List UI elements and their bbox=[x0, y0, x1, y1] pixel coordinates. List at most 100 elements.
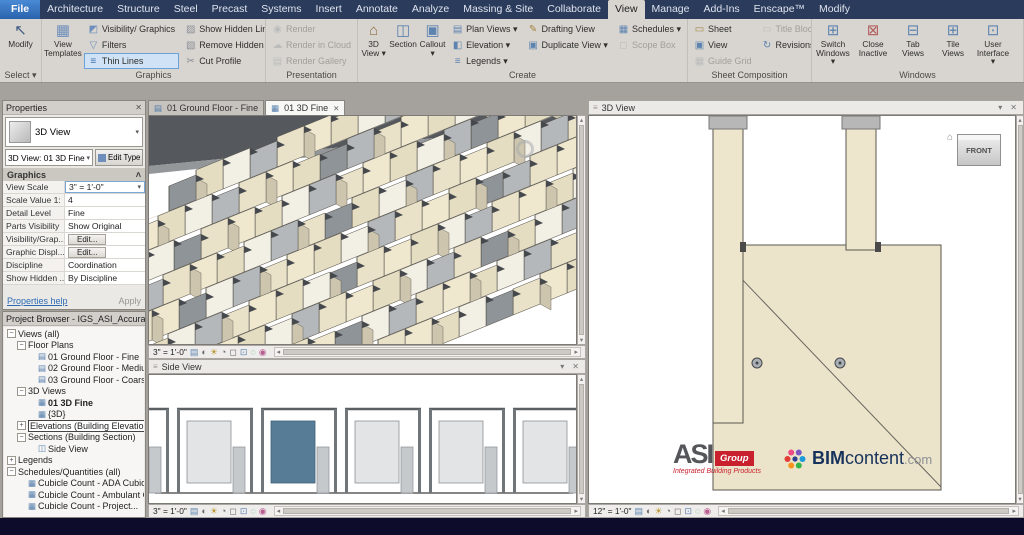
collapse-icon[interactable]: − bbox=[7, 329, 16, 339]
temporary-hide-isolate-icon[interactable]: ◌ bbox=[695, 506, 700, 516]
tree-item-cubicle-count-ada-cubicl[interactable]: ▦ Cubicle Count - ADA Cubicl bbox=[4, 478, 144, 490]
visual-style-icon[interactable]: ◐ bbox=[646, 506, 651, 516]
callout-button[interactable]: ▣ Callout ▾ bbox=[419, 21, 446, 70]
scroll-down-icon[interactable]: ▾ bbox=[580, 495, 583, 503]
scroll-right-icon[interactable]: ▸ bbox=[572, 348, 580, 356]
cut-profile-button[interactable]: ✂ Cut Profile bbox=[181, 53, 265, 69]
shadows-icon[interactable]: ◔ bbox=[666, 506, 671, 516]
close-icon[interactable]: ✕ bbox=[135, 103, 142, 112]
main-3d-viewport[interactable] bbox=[148, 115, 577, 345]
tree-item-cubicle-count-project[interactable]: ▦ Cubicle Count - Project... bbox=[4, 501, 144, 513]
tree-item-side-view[interactable]: ◫ Side View bbox=[4, 443, 144, 455]
tree-item-elevations-building-elevation[interactable]: + Elevations (Building Elevation) bbox=[4, 420, 144, 432]
close-icon[interactable]: ✕ bbox=[570, 362, 581, 371]
tree-item-01-ground-floor-fine[interactable]: ▤ 01 Ground Floor - Fine bbox=[4, 351, 144, 363]
reveal-hidden-elements-icon[interactable]: ◉ bbox=[259, 347, 267, 357]
ribbon-tab-steel[interactable]: Steel bbox=[167, 0, 205, 19]
property-value[interactable]: 4 bbox=[65, 194, 145, 206]
edit-button[interactable]: Edit... bbox=[68, 233, 107, 245]
minimize-icon[interactable]: ▾ bbox=[558, 362, 566, 371]
side-vertical-scrollbar[interactable]: ▴ ▾ bbox=[577, 374, 586, 504]
right-3d-view-header[interactable]: ≡ 3D View ▾ ✕ bbox=[588, 100, 1024, 115]
collapse-icon[interactable]: − bbox=[17, 340, 26, 350]
ribbon-tab-annotate[interactable]: Annotate bbox=[349, 0, 405, 19]
panel-label-presentation[interactable]: Presentation bbox=[266, 70, 357, 82]
panel-label-sheet-composition[interactable]: Sheet Composition bbox=[688, 70, 811, 82]
show-hidden-lines-button[interactable]: ▨Show Hidden Lines bbox=[181, 21, 265, 37]
title-block-button[interactable]: ▭Title Block bbox=[758, 21, 811, 37]
tree-item-3d-views[interactable]: −3D Views bbox=[4, 386, 144, 398]
ribbon-tab-structure[interactable]: Structure bbox=[110, 0, 167, 19]
main-vertical-scrollbar[interactable]: ▴ ▾ bbox=[577, 115, 586, 345]
view-templates-button[interactable]: ▦ View Templates bbox=[44, 21, 82, 70]
drag-handle-icon[interactable]: ≡ bbox=[593, 103, 598, 112]
property-value[interactable]: Coordination bbox=[65, 259, 145, 271]
property-value[interactable]: By Discipline bbox=[65, 272, 145, 284]
guide-grid-button[interactable]: ▦ Guide Grid bbox=[690, 53, 756, 69]
type-selector[interactable]: 3D View ▾ bbox=[5, 117, 143, 147]
home-icon[interactable]: ⌂ bbox=[947, 132, 953, 143]
property-value[interactable]: Fine bbox=[65, 207, 145, 219]
visibility-graphics-button[interactable]: ◩ Visibility/ Graphics bbox=[84, 21, 179, 37]
tree-item-01-3d-fine[interactable]: ▦ 01 3D Fine bbox=[4, 397, 144, 409]
elevation-button[interactable]: ◧ Elevation ▾ bbox=[448, 37, 521, 53]
scroll-up-icon[interactable]: ▴ bbox=[1018, 116, 1021, 124]
property-value[interactable]: Show Original bbox=[65, 220, 145, 232]
panel-label-graphics[interactable]: Graphics bbox=[42, 70, 265, 82]
edit-type-button[interactable]: Edit Type bbox=[95, 149, 143, 166]
viewcube[interactable]: FRONT bbox=[957, 134, 1001, 166]
3d-view-button[interactable]: ⌂ 3D View ▾ bbox=[360, 21, 387, 70]
scrollbar-thumb[interactable] bbox=[579, 125, 584, 335]
thin-lines-button[interactable]: ≡ Thin Lines bbox=[83, 53, 180, 69]
property-value[interactable]: Edit... bbox=[65, 233, 145, 245]
scroll-down-icon[interactable]: ▾ bbox=[1018, 495, 1021, 503]
scroll-up-icon[interactable]: ▴ bbox=[580, 375, 583, 383]
minimize-icon[interactable]: ▾ bbox=[996, 103, 1004, 112]
show-crop-region-icon[interactable]: ⊡ bbox=[684, 506, 692, 516]
crop-view-icon[interactable]: ◻ bbox=[229, 347, 236, 357]
right-vertical-scrollbar[interactable]: ▴ ▾ bbox=[1016, 115, 1024, 504]
edit-button[interactable]: Edit... bbox=[68, 246, 107, 258]
properties-help-link[interactable]: Properties help bbox=[7, 296, 68, 306]
apply-button[interactable]: Apply bbox=[118, 296, 141, 306]
tree-item-02-ground-floor-mediu[interactable]: ▤ 02 Ground Floor - Mediu bbox=[4, 363, 144, 375]
ribbon-tab-massing-site[interactable]: Massing & Site bbox=[456, 0, 540, 19]
scrollbar-thumb[interactable] bbox=[579, 384, 584, 494]
ribbon-tab-analyze[interactable]: Analyze bbox=[405, 0, 456, 19]
scrollbar-thumb[interactable] bbox=[283, 508, 572, 514]
temporary-hide-isolate-icon[interactable]: ◌ bbox=[250, 506, 255, 516]
close-tab-icon[interactable]: ✕ bbox=[333, 104, 339, 113]
crop-view-icon[interactable]: ◻ bbox=[229, 506, 236, 516]
tree-item-3d[interactable]: ▦ {3D} bbox=[4, 409, 144, 421]
render-button[interactable]: ◉ Render bbox=[268, 21, 355, 37]
property-value[interactable]: 3" = 1'-0" ▾ bbox=[65, 181, 145, 193]
remove-hidden-lines-button[interactable]: ▧Remove Hidden Lines bbox=[181, 37, 265, 53]
ribbon-tab-systems[interactable]: Systems bbox=[254, 0, 308, 19]
side-view-viewport[interactable] bbox=[148, 374, 577, 504]
close-inactive-button[interactable]: ⊠ Close Inactive bbox=[854, 21, 892, 70]
ribbon-tab-view[interactable]: View bbox=[607, 0, 645, 19]
view-scale[interactable]: 12" = 1'-0" bbox=[593, 506, 632, 516]
ribbon-tab-collaborate[interactable]: Collaborate bbox=[540, 0, 608, 19]
instance-selector[interactable]: 3D View: 01 3D Fine ▾ bbox=[5, 149, 93, 166]
expand-icon[interactable]: + bbox=[17, 421, 26, 431]
shadows-icon[interactable]: ◔ bbox=[221, 347, 226, 357]
view-scale[interactable]: 3" = 1'-0" bbox=[153, 347, 187, 357]
close-icon[interactable]: ✕ bbox=[1008, 103, 1019, 112]
tree-item-cubicle-count-ambulant-cu[interactable]: ▦ Cubicle Count - Ambulant Cu bbox=[4, 489, 144, 501]
scope-box-button[interactable]: ◻ Scope Box bbox=[614, 37, 685, 53]
render-gallery-button[interactable]: ▤ Render Gallery bbox=[268, 53, 355, 69]
duplicate-view-button[interactable]: ▣ Duplicate View ▾ bbox=[524, 37, 612, 53]
revisions-button[interactable]: ↻ Revisions bbox=[758, 37, 811, 53]
switch-windows-button[interactable]: ⊞ Switch Windows ▾ bbox=[814, 21, 852, 70]
document-tab-01-3d-fine[interactable]: ▦ 01 3D Fine ✕ bbox=[265, 100, 346, 115]
scroll-right-icon[interactable]: ▸ bbox=[572, 507, 580, 515]
ribbon-tab-modify[interactable]: Modify bbox=[812, 0, 857, 19]
horizontal-scrollbar[interactable]: ◂ ▸ bbox=[273, 506, 581, 516]
plan-views-button[interactable]: ▤ Plan Views ▾ bbox=[448, 21, 521, 37]
detail-level-icon[interactable]: ▤ bbox=[635, 506, 644, 516]
scrollbar-thumb[interactable] bbox=[1017, 125, 1023, 494]
render-in-cloud-button[interactable]: ☁ Render in Cloud bbox=[268, 37, 355, 53]
horizontal-scrollbar[interactable]: ◂ ▸ bbox=[273, 347, 581, 357]
sun-path-icon[interactable]: ☀ bbox=[210, 506, 218, 516]
